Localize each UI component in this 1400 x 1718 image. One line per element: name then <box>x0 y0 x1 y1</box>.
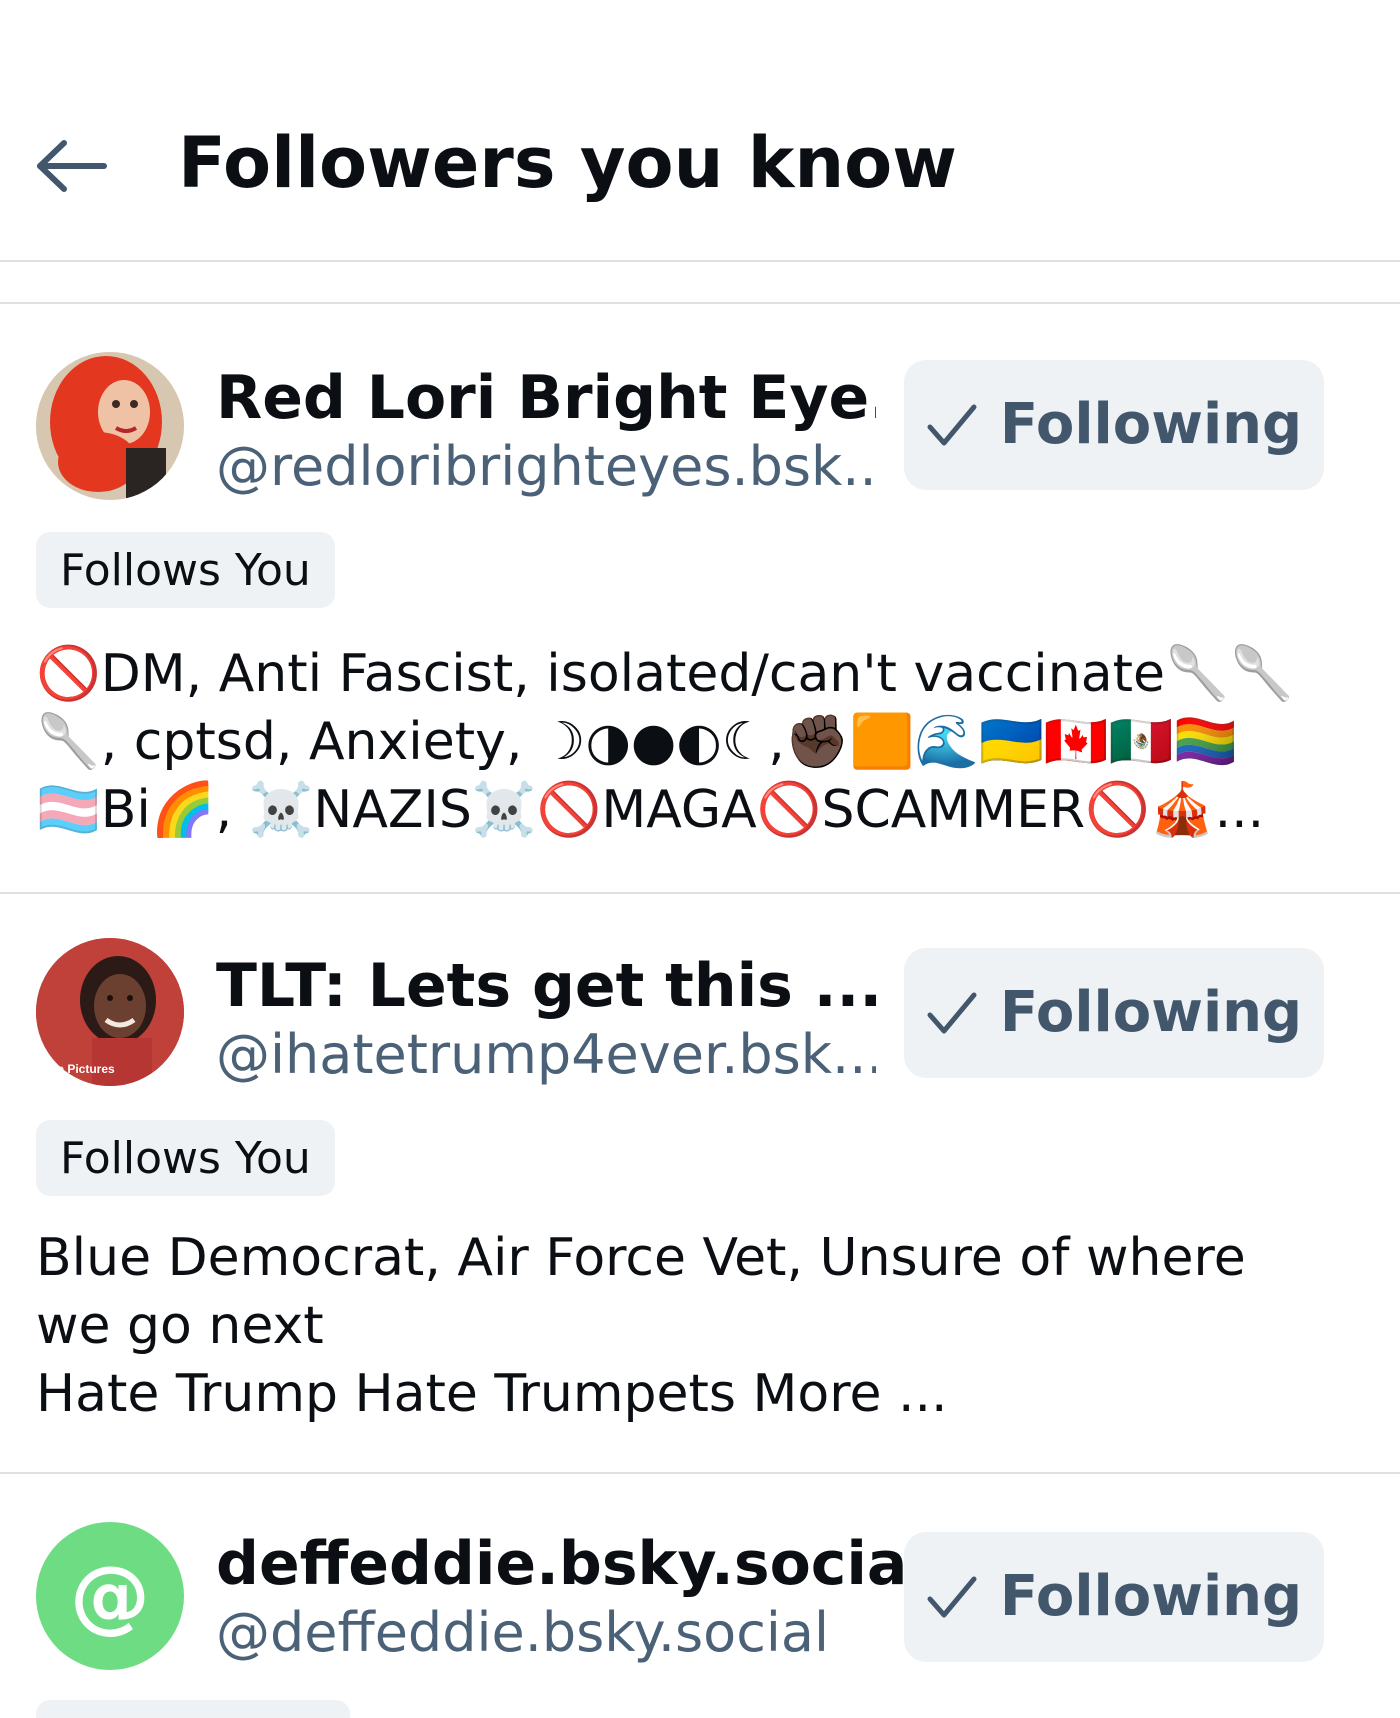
avatar-watermark: le Pictures <box>54 1062 115 1076</box>
avatar[interactable] <box>36 352 184 500</box>
following-label: Following <box>999 392 1303 457</box>
follows-you-badge: Follows You <box>36 532 335 608</box>
checkmark-icon <box>927 1576 977 1618</box>
display-name[interactable]: TLT: Lets get this ... <box>216 948 876 1024</box>
following-label: Following <box>999 980 1303 1045</box>
following-button[interactable]: Following <box>904 948 1324 1078</box>
following-label: Following <box>999 1564 1303 1629</box>
header: Followers you know <box>0 0 1400 262</box>
avatar[interactable]: le Pictures <box>36 938 184 1086</box>
bio: 🚫DM, Anti Fascist, isolated/can't vaccin… <box>36 644 1295 840</box>
follows-you-badge: Follows You <box>36 1120 335 1196</box>
follower-card[interactable]: Red Lori Bright Eye... @redloribrighteye… <box>0 304 1400 894</box>
handle[interactable]: @deffeddie.bsky.social <box>216 1598 876 1668</box>
checkmark-icon <box>927 992 977 1034</box>
checkmark-icon <box>927 404 977 446</box>
page-title: Followers you know <box>178 122 957 204</box>
arrow-left-icon <box>37 140 107 192</box>
avatar[interactable]: @ <box>36 1522 184 1670</box>
follower-card[interactable]: @ deffeddie.bsky.social @deffeddie.bsky.… <box>0 1474 1400 1718</box>
following-button[interactable]: Following <box>904 360 1324 490</box>
handle[interactable]: @ihatetrump4ever.bsk... <box>216 1020 876 1090</box>
back-button[interactable] <box>30 128 114 204</box>
follows-you-badge-partial <box>36 1700 350 1718</box>
header-spacer <box>0 262 1400 304</box>
follower-card[interactable]: le Pictures TLT: Lets get this ... @ihat… <box>0 894 1400 1474</box>
display-name[interactable]: deffeddie.bsky.social <box>216 1526 928 1602</box>
following-button[interactable]: Following <box>904 1532 1324 1662</box>
display-name[interactable]: Red Lori Bright Eye... <box>216 360 876 436</box>
followers-you-know-screen: Followers you know Red Lori Bright Eye..… <box>0 0 1400 1718</box>
at-sign-icon: @ <box>70 1549 150 1642</box>
handle[interactable]: @redloribrighteyes.bsk... <box>216 432 876 502</box>
profile-photo-red-hair <box>36 352 184 500</box>
bio: Blue Democrat, Air Force Vet, Unsure of … <box>36 1228 1246 1424</box>
